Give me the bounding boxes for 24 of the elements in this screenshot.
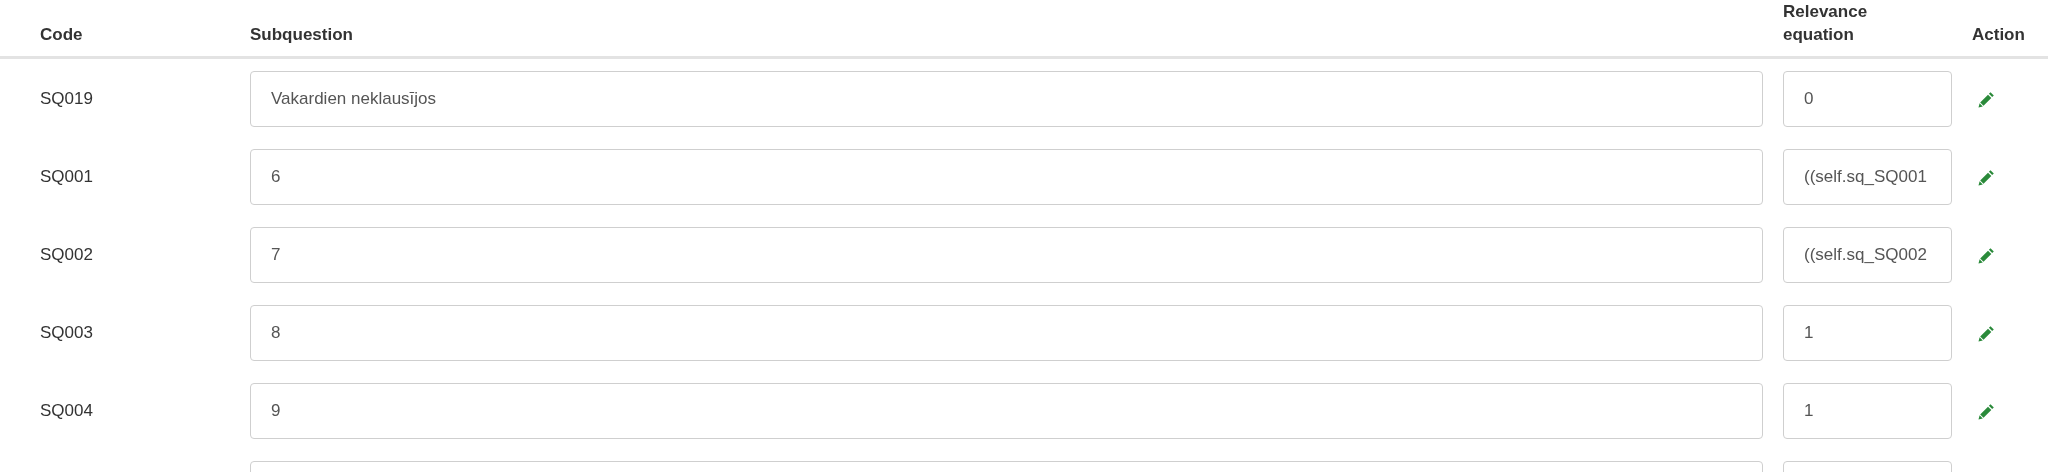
edit-icon[interactable] xyxy=(1978,90,1995,108)
edit-icon[interactable] xyxy=(1978,246,1995,264)
column-header: Subquestion xyxy=(250,24,354,46)
column-header: Code xyxy=(40,24,84,46)
code-cell-text: SQ019 xyxy=(40,89,94,109)
relevance-field[interactable]: 1 xyxy=(1783,305,1952,361)
edit-icon[interactable] xyxy=(1978,324,1995,342)
code-cell-text: SQ002 xyxy=(40,245,94,265)
edit-icon[interactable] xyxy=(1978,402,1995,420)
subquestion-field[interactable]: 8 xyxy=(250,305,1763,361)
relevance-field[interactable]: 0 xyxy=(1783,71,1952,127)
column-header: Relevance equation xyxy=(1783,1,1869,46)
code-cell-text: SQ004 xyxy=(40,401,94,421)
relevance-field[interactable]: ((self.sq_SQ002 xyxy=(1783,227,1952,283)
column-header: Action xyxy=(1972,24,2026,46)
subquestion-field[interactable]: 7 xyxy=(250,227,1763,283)
relevance-field[interactable]: 1 xyxy=(1783,383,1952,439)
edit-icon[interactable] xyxy=(1978,168,1995,186)
code-cell-text: SQ001 xyxy=(40,167,94,187)
code-cell-text: SQ003 xyxy=(40,323,94,343)
subquestion-field[interactable]: 9 xyxy=(250,383,1763,439)
subquestion-field[interactable]: Vakardien neklausījos xyxy=(250,71,1763,127)
relevance-field[interactable]: ((self.sq_SQ001 xyxy=(1783,149,1952,205)
subquestion-field[interactable]: 6 xyxy=(250,149,1763,205)
